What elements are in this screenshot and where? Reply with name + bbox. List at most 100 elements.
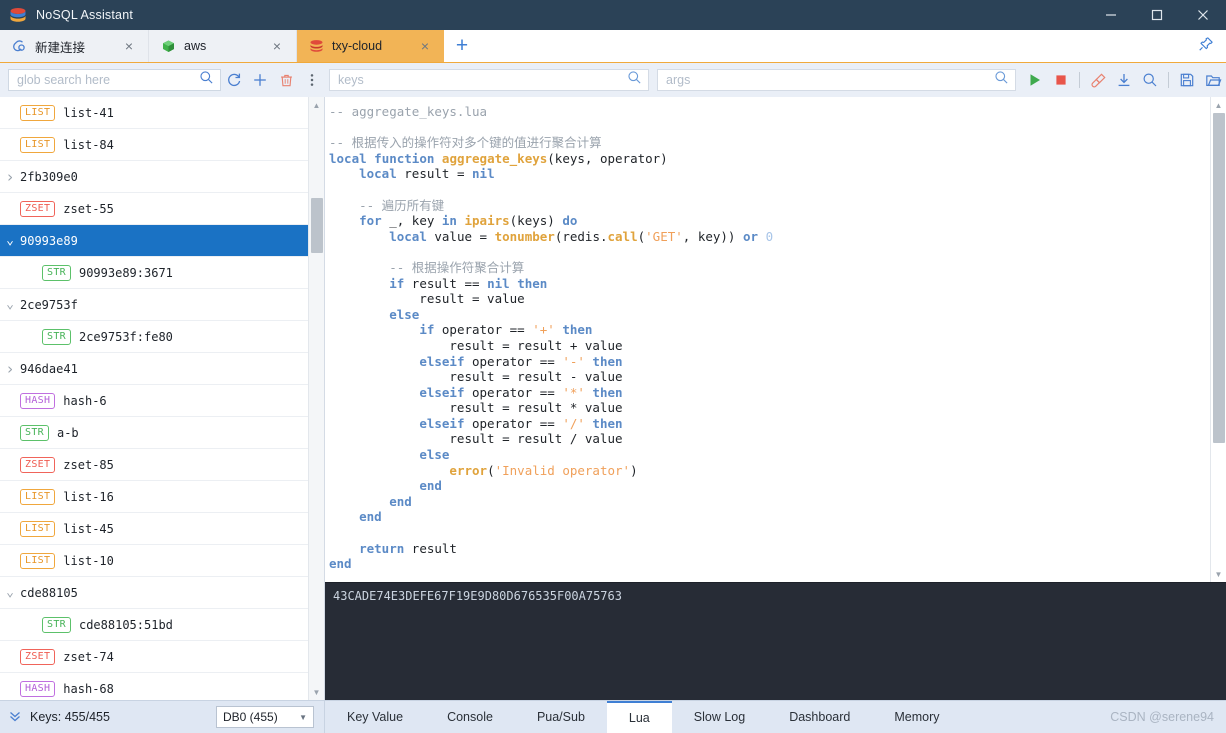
key-list-item[interactable]: ZSET zset-55 — [0, 193, 324, 225]
bottom-tab-slow-log[interactable]: Slow Log — [672, 701, 767, 733]
bottom-tab-lua[interactable]: Lua — [606, 701, 672, 733]
chevron-down-icon[interactable]: ⌄ — [0, 297, 20, 312]
tab-new-connection[interactable]: 新建连接 × — [0, 30, 148, 62]
key-list-item[interactable]: LIST list-16 — [0, 481, 324, 513]
key-name: zset-55 — [63, 201, 114, 216]
chevron-down-icon[interactable]: ⌄ — [0, 233, 20, 248]
key-list-item[interactable]: LIST list-45 — [0, 513, 324, 545]
save-script-button[interactable] — [1174, 67, 1200, 93]
key-name: 2fb309e0 — [20, 169, 78, 184]
key-list-scrollbar[interactable]: ▲ ▼ — [308, 97, 324, 700]
bottom-tab-key-value[interactable]: Key Value — [325, 701, 425, 733]
chevron-right-icon[interactable]: › — [0, 360, 20, 378]
pin-icon[interactable] — [1198, 36, 1214, 57]
bottom-tab-dashboard[interactable]: Dashboard — [767, 701, 872, 733]
chevron-down-icon[interactable]: ⌄ — [0, 585, 20, 600]
code-token: '*' — [562, 384, 585, 400]
keys-search-icon[interactable] — [627, 70, 642, 90]
key-list-item[interactable]: LIST list-84 — [0, 129, 324, 161]
bottom-tabs[interactable]: Key Value Console Pua/Sub Lua Slow Log Dashbo… — [325, 701, 962, 733]
code-token: result = result * value — [329, 400, 623, 416]
key-list[interactable]: LIST list-41 LIST list-84 › 2fb309e0 ZSET zset-… — [0, 97, 324, 700]
tab-aws[interactable]: aws × — [148, 30, 296, 62]
minimize-button[interactable] — [1088, 0, 1134, 30]
open-script-button[interactable] — [1200, 67, 1226, 93]
code-line: elseif operator == '/' then — [329, 416, 1226, 432]
chevron-right-icon[interactable]: › — [0, 168, 20, 186]
scroll-track[interactable] — [309, 113, 324, 684]
scroll-thumb[interactable] — [311, 198, 323, 253]
keys-field[interactable] — [329, 69, 649, 91]
code-token: return — [359, 540, 405, 556]
bottom-tab-label: Pua/Sub — [536, 710, 585, 724]
code-token: 'GET' — [645, 228, 683, 244]
key-list-item[interactable]: HASH hash-68 — [0, 673, 324, 700]
clear-output-button[interactable] — [1085, 67, 1111, 93]
glob-search-box[interactable] — [8, 69, 221, 91]
maximize-button[interactable] — [1134, 0, 1180, 30]
new-tab-button[interactable]: + — [444, 30, 480, 62]
editor-scroll-thumb[interactable] — [1213, 113, 1225, 443]
delete-key-icon[interactable] — [273, 67, 299, 93]
key-list-item[interactable]: ZSET zset-74 — [0, 641, 324, 673]
tab-close-icon[interactable]: × — [270, 37, 284, 55]
code-line: result = result / value — [329, 431, 1226, 447]
search-icon[interactable] — [199, 70, 214, 90]
chevron-down-icon[interactable]: ▼ — [299, 713, 307, 722]
bottom-tab-memory[interactable]: Memory — [872, 701, 961, 733]
code-line: local function aggregate_keys(keys, oper… — [329, 151, 1226, 167]
key-list-item[interactable]: › 946dae41 — [0, 353, 324, 385]
key-list-item[interactable]: STR a-b — [0, 417, 324, 449]
tab-txy-cloud[interactable]: txy-cloud × — [296, 30, 444, 62]
key-list-item[interactable]: STR cde88105:51bd — [0, 609, 324, 641]
editor-scrollbar[interactable]: ▲ ▼ — [1210, 97, 1226, 582]
keys-input[interactable] — [338, 73, 627, 87]
scroll-up-arrow[interactable]: ▲ — [309, 97, 325, 113]
key-name: list-45 — [63, 521, 114, 536]
glob-search-input[interactable] — [17, 73, 199, 87]
key-list-item[interactable]: ⌄ 2ce9753f — [0, 289, 324, 321]
code-token: or — [743, 228, 759, 244]
key-list-item[interactable]: ⌄ 90993e89 — [0, 225, 324, 257]
tab-close-icon[interactable]: × — [418, 37, 432, 55]
close-button[interactable] — [1180, 0, 1226, 30]
nosql-assistant-window: NoSQL Assistant 新建连接 × aws × txy-cloud ×… — [0, 0, 1226, 733]
double-chevron-down-icon[interactable] — [8, 709, 22, 725]
code-token: nil — [487, 275, 510, 291]
scroll-down-arrow[interactable]: ▼ — [309, 684, 325, 700]
download-button[interactable] — [1111, 67, 1137, 93]
bottom-tab-pua-sub[interactable]: Pua/Sub — [515, 701, 607, 733]
editor-scroll-up-arrow[interactable]: ▲ — [1211, 97, 1226, 113]
editor-scroll-down-arrow[interactable]: ▼ — [1211, 566, 1226, 582]
add-key-icon[interactable] — [247, 67, 273, 93]
lua-code[interactable]: -- aggregate_keys.lua -- 根据传入的操作符对多个键的值进… — [329, 104, 1226, 572]
args-search-icon[interactable] — [994, 70, 1009, 90]
key-list-item[interactable]: STR 90993e89:3671 — [0, 257, 324, 289]
bottom-tab-console[interactable]: Console — [425, 701, 515, 733]
tab-close-icon[interactable]: × — [122, 37, 136, 55]
key-list-item[interactable]: › 2fb309e0 — [0, 161, 324, 193]
key-list-item[interactable]: LIST list-41 — [0, 97, 324, 129]
key-list-item[interactable]: STR 2ce9753f:fe80 — [0, 321, 324, 353]
key-list-item[interactable]: ZSET zset-85 — [0, 449, 324, 481]
code-token: elseif — [419, 353, 465, 369]
key-list-item[interactable]: HASH hash-6 — [0, 385, 324, 417]
key-list-item[interactable]: ⌄ cde88105 — [0, 577, 324, 609]
refresh-icon[interactable] — [221, 67, 247, 93]
key-list-item[interactable]: LIST list-10 — [0, 545, 324, 577]
lua-editor[interactable]: -- aggregate_keys.lua -- 根据传入的操作符对多个键的值进… — [325, 97, 1226, 582]
main-body: LIST list-41 LIST list-84 › 2fb309e0 ZSET zset-… — [0, 97, 1226, 700]
editor-scroll-track[interactable] — [1211, 113, 1226, 566]
find-in-editor-button[interactable] — [1137, 67, 1163, 93]
code-token: else — [419, 447, 450, 463]
key-name: list-10 — [63, 553, 114, 568]
run-script-button[interactable] — [1022, 67, 1048, 93]
stop-script-button[interactable] — [1048, 67, 1074, 93]
script-output-console[interactable]: 43CADE74E3DEFE67F19E9D80D676535F00A75763 — [325, 582, 1226, 700]
more-options-icon[interactable] — [299, 67, 325, 93]
db-select-value: DB0 (455) — [223, 710, 278, 724]
db-select[interactable]: DB0 (455) ▼ — [216, 706, 314, 728]
args-field[interactable] — [657, 69, 1016, 91]
args-input[interactable] — [666, 73, 994, 87]
